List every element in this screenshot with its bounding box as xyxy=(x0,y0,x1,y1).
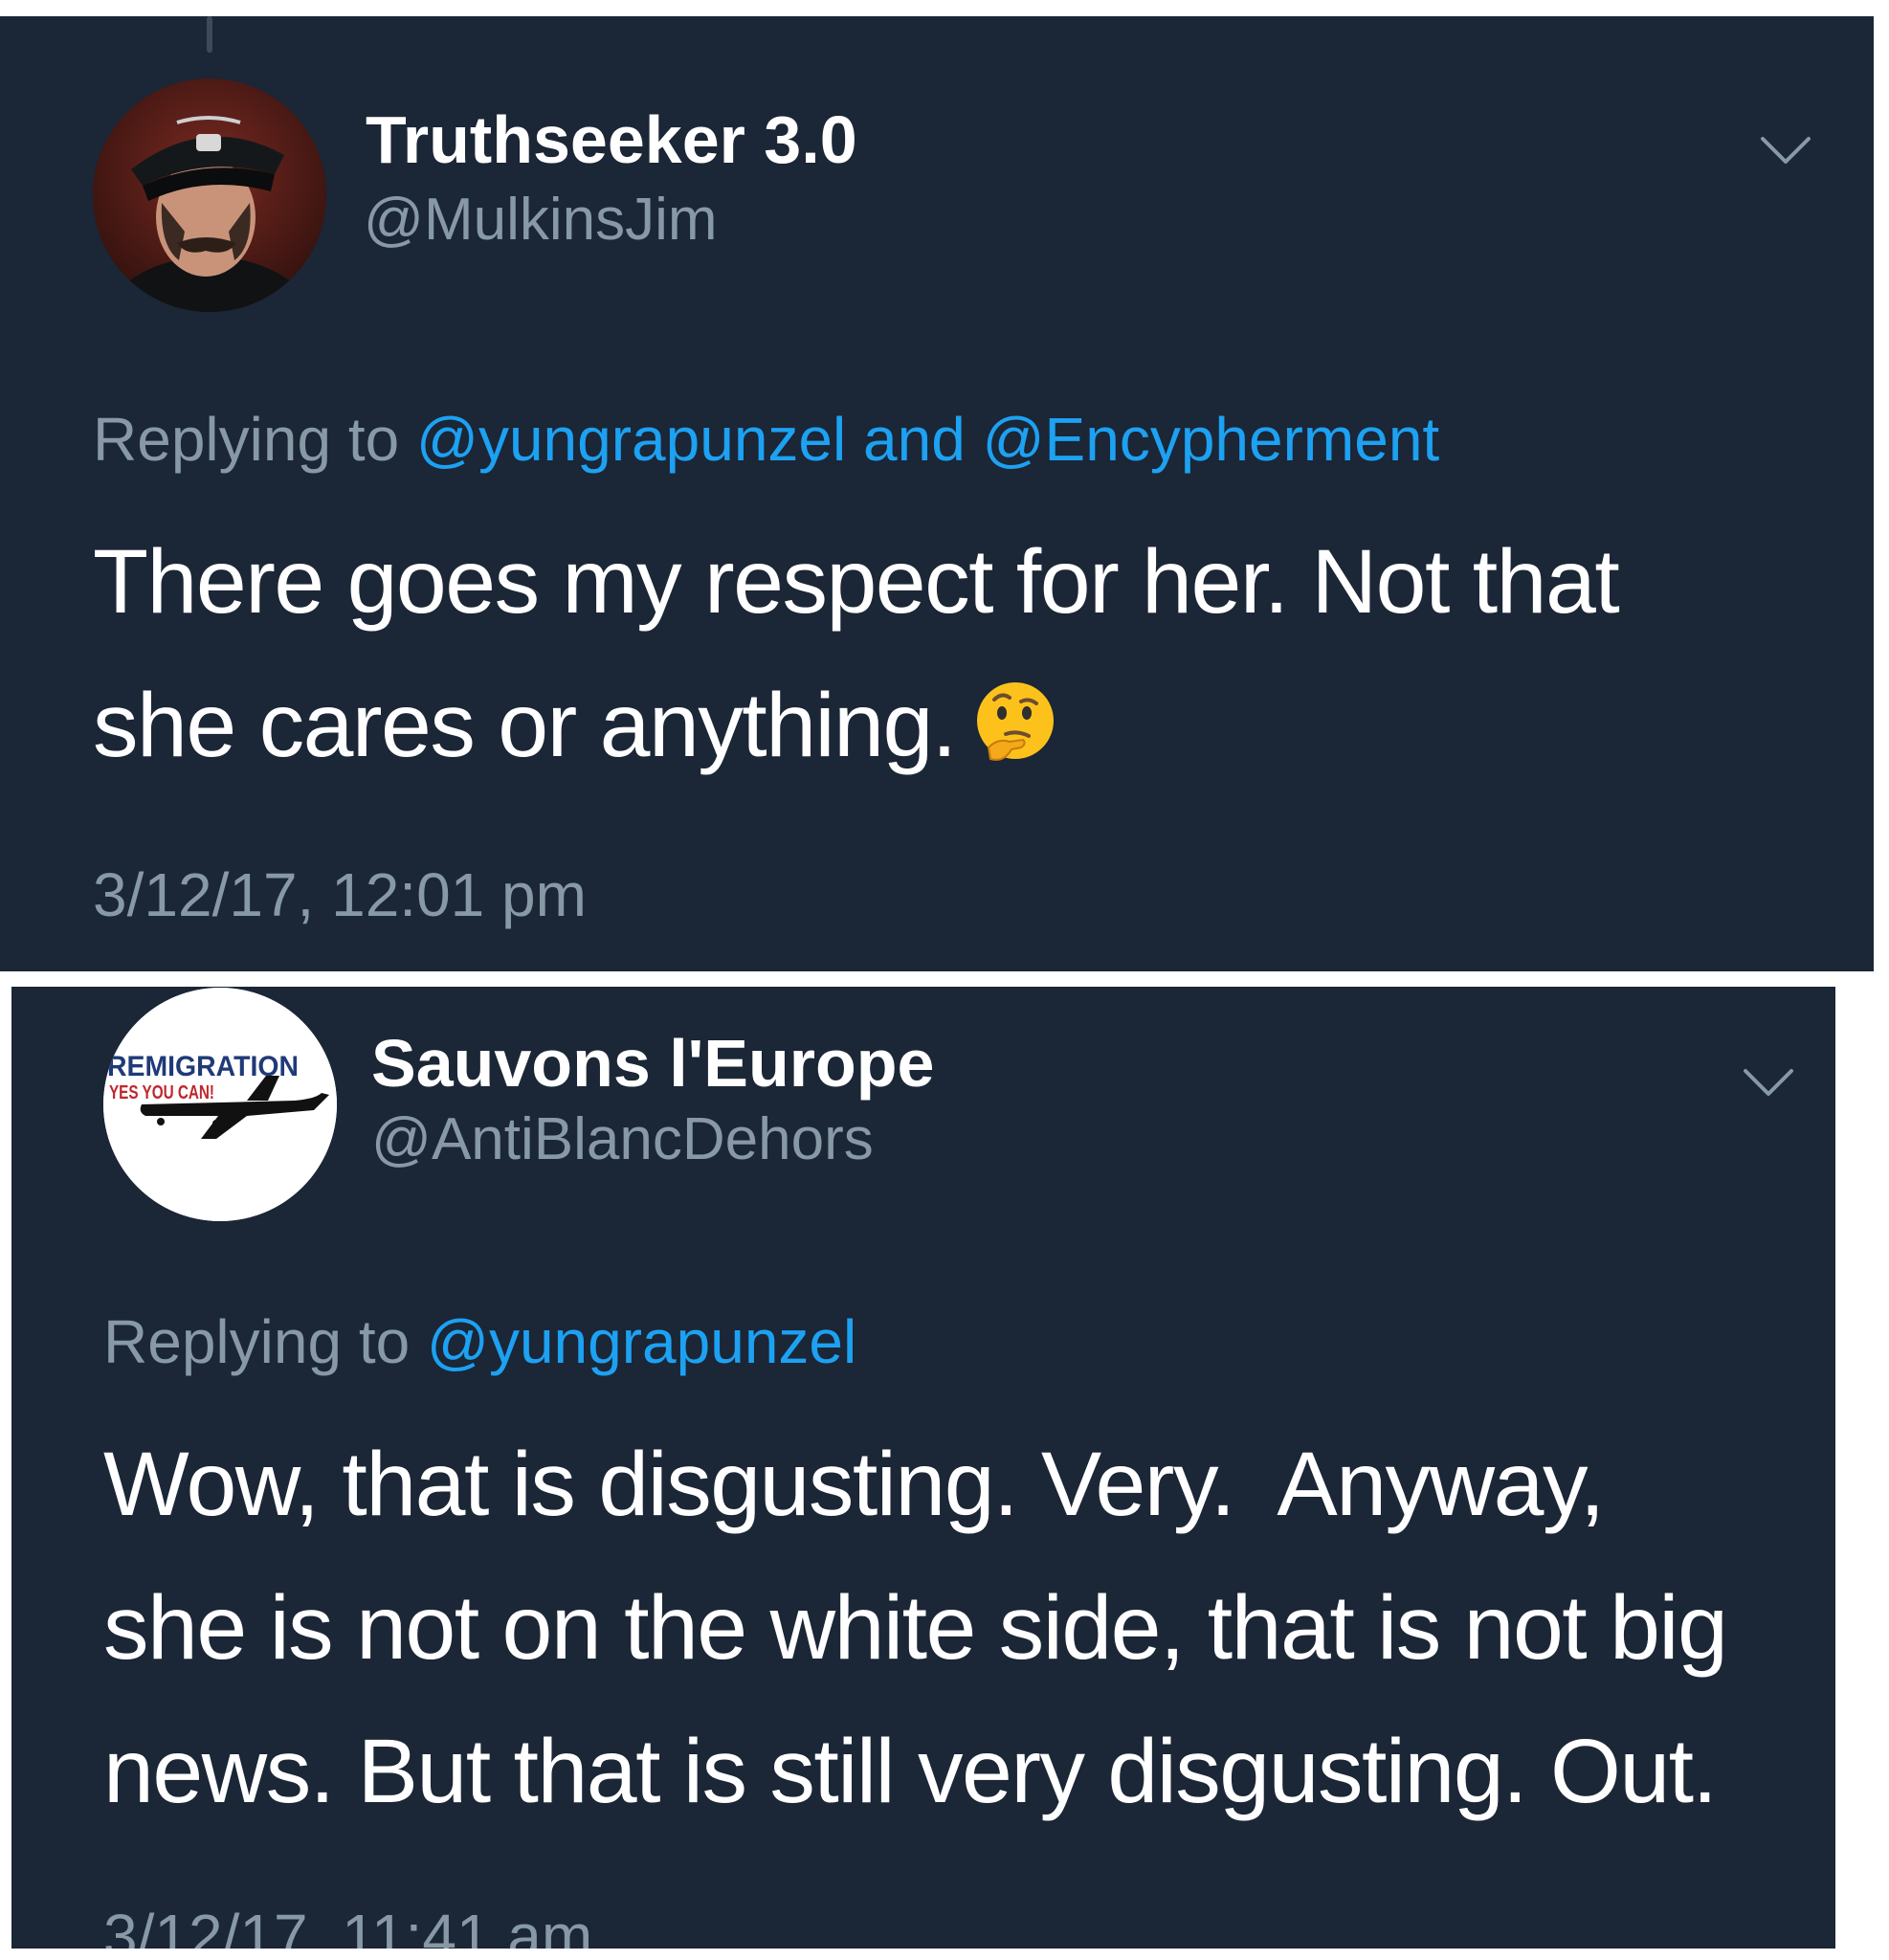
timestamp[interactable]: 3/12/17, 12:01 pm xyxy=(93,858,587,932)
replying-to-line: Replying to @yungrapunzel xyxy=(103,1304,856,1379)
replying-to-label: Replying to xyxy=(93,405,416,474)
tweet-text: There goes my respect for her. Not that … xyxy=(93,510,1834,797)
tweet-text: Wow, that is disgusting. Very. Anyway, s… xyxy=(103,1413,1826,1843)
tweet-text-line: Wow, that is disgusting. Very. Anyway, xyxy=(103,1434,1605,1535)
display-name[interactable]: Truthseeker 3.0 xyxy=(366,101,857,178)
svg-text:YES YOU CAN!: YES YOU CAN! xyxy=(109,1082,214,1103)
mention-link-encypherment[interactable]: @Encypherment xyxy=(983,405,1440,474)
mention-link-yungrapunzel[interactable]: @yungrapunzel xyxy=(416,405,846,474)
timestamp[interactable]: 3/12/17, 11:41 am xyxy=(103,1899,592,1949)
avatar[interactable]: REMIGRATION YES YOU CAN! xyxy=(103,988,337,1221)
mention-joiner: and xyxy=(846,405,983,474)
user-handle[interactable]: @AntiBlancDehors xyxy=(371,1104,874,1175)
tweet-text-line-with-emoji: she cares or anything. xyxy=(93,654,1834,797)
remigration-logo-avatar-icon: REMIGRATION YES YOU CAN! xyxy=(103,988,337,1221)
chevron-down-icon[interactable] xyxy=(1740,1063,1797,1102)
replying-to-line: Replying to @yungrapunzel and @Encypherm… xyxy=(93,402,1439,477)
helmeted-man-avatar-icon xyxy=(93,78,326,312)
tweet-text-line: news. But that is still very disgusting.… xyxy=(103,1721,1718,1822)
tweet-text-line: There goes my respect for her. Not that xyxy=(93,531,1620,633)
thread-connector-line xyxy=(207,16,212,53)
tweet-text-line: she is not on the white side, that is no… xyxy=(103,1577,1728,1679)
tweet-card-2[interactable]: REMIGRATION YES YOU CAN! Sauvons l'Europ… xyxy=(11,987,1835,1949)
avatar[interactable] xyxy=(93,78,326,312)
mention-link-yungrapunzel[interactable]: @yungrapunzel xyxy=(427,1307,856,1376)
chevron-down-icon[interactable] xyxy=(1757,131,1814,169)
thinking-face-icon xyxy=(976,681,1054,761)
tweet-card-1[interactable]: Truthseeker 3.0 @MulkinsJim Replying to … xyxy=(0,16,1874,971)
replying-to-label: Replying to xyxy=(103,1307,427,1376)
user-handle[interactable]: @MulkinsJim xyxy=(364,185,718,256)
display-name[interactable]: Sauvons l'Europe xyxy=(371,1025,934,1102)
tweet-text-line: she cares or anything. xyxy=(93,675,957,776)
